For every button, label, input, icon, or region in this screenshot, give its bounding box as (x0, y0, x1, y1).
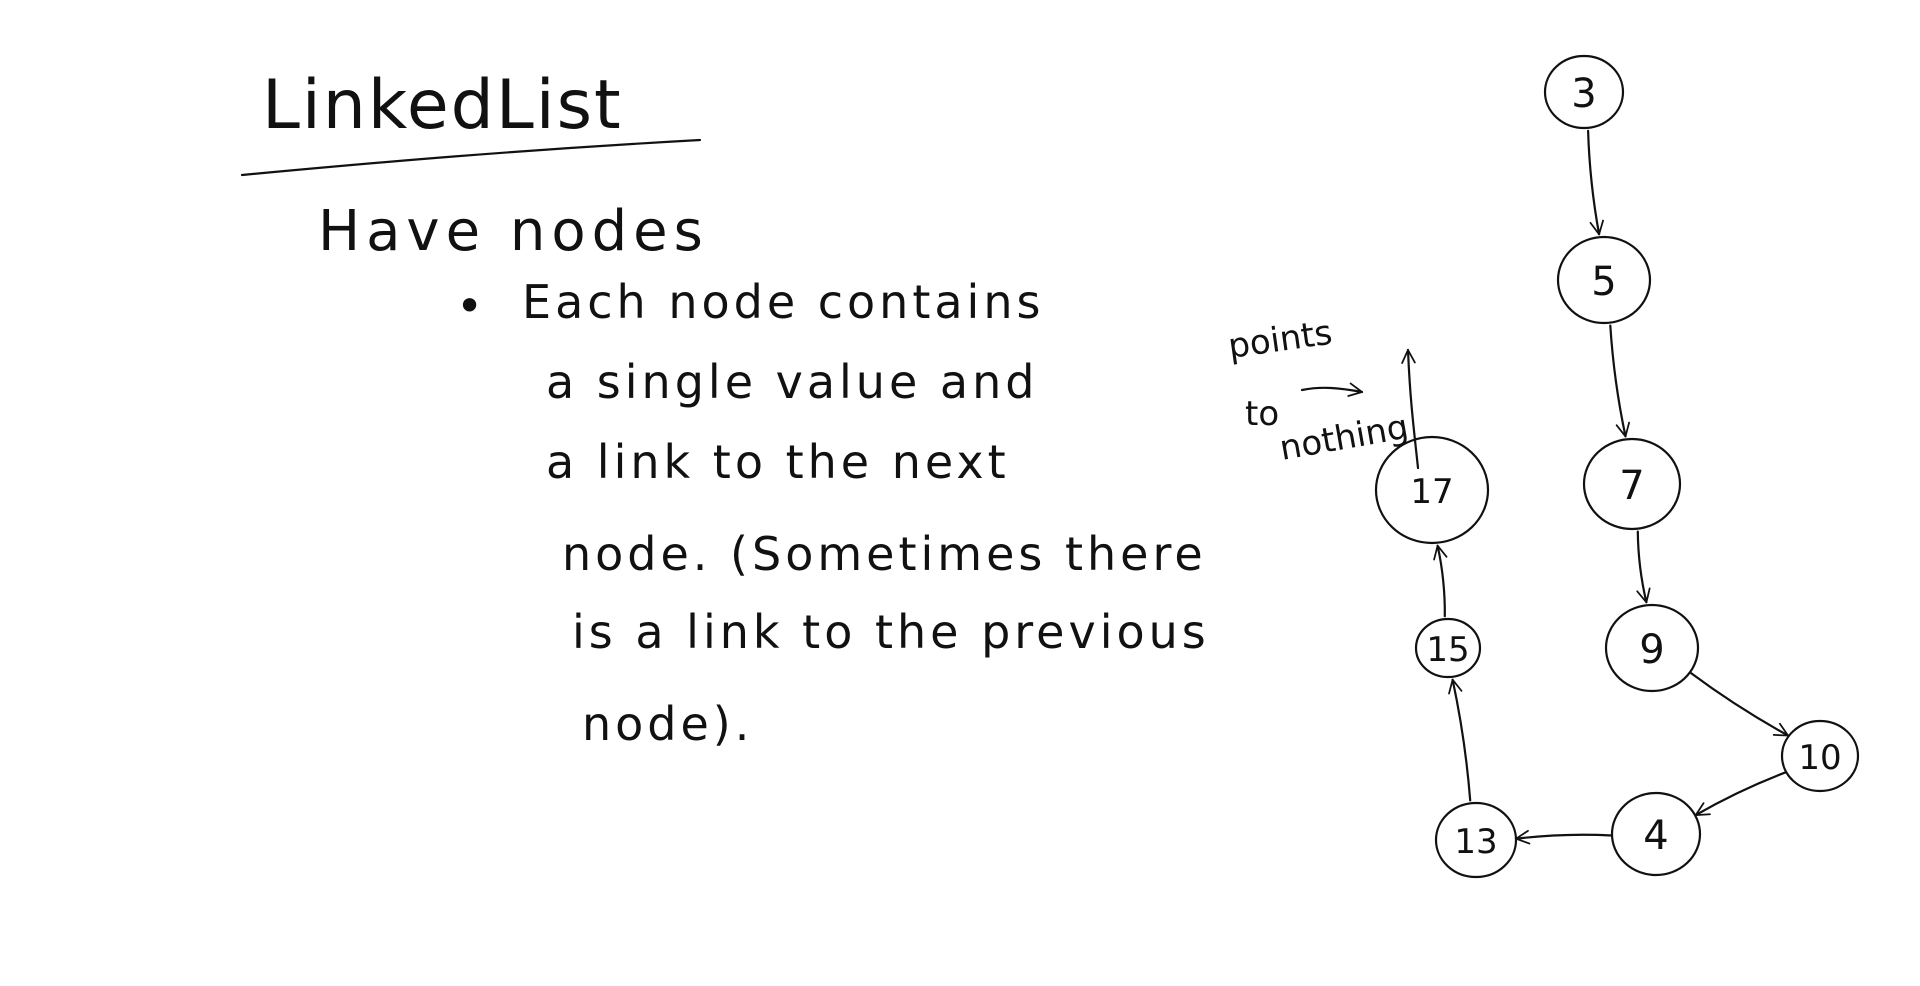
node-value: 4 (1643, 813, 1668, 859)
node-value: 9 (1639, 627, 1664, 673)
linked-list-nodes: 3 5 7 9 10 4 13 15 17 (1374, 54, 1860, 879)
annotation-to: to (1245, 394, 1279, 434)
notes-heading: Have nodes (318, 199, 709, 264)
node-value: 15 (1426, 630, 1469, 670)
node-3: 3 (1543, 54, 1625, 130)
notes-line-1: Each node contains (522, 275, 1044, 329)
annotation-points: points (1226, 313, 1335, 367)
annotation-arrow (1300, 382, 1364, 397)
notes-title: LinkedList (262, 66, 623, 145)
node-7: 7 (1582, 437, 1682, 531)
node-value: 7 (1619, 463, 1644, 509)
notes-line-5: is a link to the previous (572, 605, 1210, 659)
notes-line-2: a single value and (546, 355, 1038, 409)
link-n15-to-n17 (1433, 544, 1448, 618)
node-value: 17 (1410, 472, 1453, 512)
link-n7-to-n9 (1636, 530, 1651, 604)
node-9: 9 (1604, 603, 1700, 693)
node-10: 10 (1780, 719, 1860, 793)
node-value: 5 (1591, 259, 1616, 305)
notes-line-6: node). (582, 697, 753, 751)
node-15: 15 (1414, 617, 1482, 679)
annotation-nothing: nothing (1277, 407, 1412, 469)
node-value: 13 (1454, 822, 1497, 862)
node-5: 5 (1556, 235, 1652, 325)
whiteboard-canvas: LinkedList Have nodes • Each node contai… (240, 54, 1860, 879)
title-underline (240, 138, 702, 177)
link-n9-to-n10 (1689, 671, 1790, 737)
node-value: 10 (1798, 738, 1841, 778)
link-n4-to-n13 (1514, 829, 1614, 845)
link-n5-to-n7 (1609, 324, 1630, 438)
link-n10-to-n4 (1694, 771, 1787, 817)
bullet-dot: • (456, 279, 487, 333)
notes-line-4: node. (Sometimes there (562, 527, 1207, 581)
null-pointer-arrow (1401, 348, 1420, 470)
node-17: 17 (1374, 435, 1490, 545)
null-pointer-annotation: points to nothing (1226, 313, 1420, 470)
link-n3-to-n5 (1587, 129, 1604, 236)
notes-line-3: a link to the next (546, 435, 1010, 489)
link-n13-to-n15 (1448, 678, 1472, 802)
notes-section: LinkedList Have nodes • Each node contai… (240, 66, 1210, 751)
node-13: 13 (1434, 801, 1518, 879)
node-4: 4 (1610, 791, 1702, 877)
node-value: 3 (1571, 71, 1596, 117)
